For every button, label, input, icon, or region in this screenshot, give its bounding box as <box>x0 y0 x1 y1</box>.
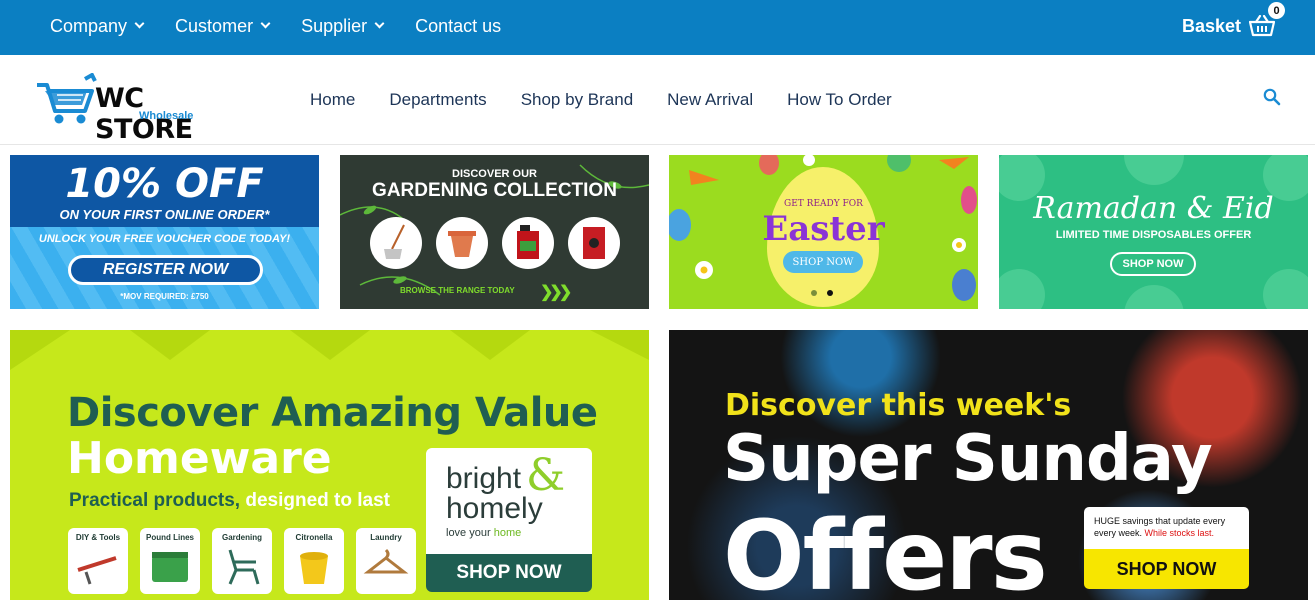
easter-title: Easter <box>762 209 885 249</box>
category-cards: DIY & Tools Pound Lines Gardening Citron… <box>68 528 416 594</box>
basket-link[interactable]: Basket 0 <box>1181 0 1285 52</box>
logo-subtitle: Wholesale <box>139 110 194 122</box>
brand-word-homely: homely <box>446 492 543 525</box>
sunday-savings-note: HUGE savings that update every every wee… <box>1084 507 1249 549</box>
plant-pot-icon <box>436 217 488 269</box>
storage-box-icon <box>152 552 188 582</box>
easter-banner[interactable]: GET READY FOR Easter SHOP NOW <box>669 155 978 309</box>
top-nav: Company Customer Supplier Contact us <box>50 0 501 52</box>
main-nav-how-to-order[interactable]: How To Order <box>787 90 892 110</box>
main-nav-new-arrival[interactable]: New Arrival <box>667 90 753 110</box>
voucher-headline: 10% OFF <box>65 161 264 207</box>
voucher-banner[interactable]: 10% OFF ON YOUR FIRST ONLINE ORDER* UNLO… <box>10 155 319 309</box>
carousel-dots <box>811 290 833 296</box>
main-nav-home[interactable]: Home <box>310 90 355 110</box>
homeware-tagline: Practical products, designed to last <box>69 490 390 512</box>
brand-tagline-highlight: home <box>493 527 522 539</box>
top-nav-company[interactable]: Company <box>50 15 145 37</box>
voucher-mov-note: *MOV REQUIRED: £750 <box>120 292 209 301</box>
gardening-banner[interactable]: DISCOVER OUR GARDENING COLLECTION BROWSE… <box>340 155 649 309</box>
category-card-diy[interactable]: DIY & Tools <box>68 528 128 594</box>
basket-icon: 0 <box>1248 2 1285 37</box>
chevron-down-icon <box>134 18 145 29</box>
top-nav-label: Company <box>50 15 128 36</box>
carousel-dot[interactable] <box>811 290 817 296</box>
gardening-browse-text: BROWSE THE RANGE TODAY <box>400 286 515 295</box>
top-bar: Company Customer Supplier Contact us Bas… <box>0 0 1315 55</box>
savings-note-highlight: While stocks last. <box>1144 528 1215 538</box>
sunday-eyebrow: Discover this week's <box>725 388 1072 423</box>
chevron-down-icon <box>374 18 385 29</box>
basket-count-badge: 0 <box>1268 2 1285 19</box>
homeware-banner[interactable]: Discover Amazing Value Homeware Practica… <box>10 330 649 600</box>
cart-logo-icon <box>37 73 97 124</box>
main-nav-departments[interactable]: Departments <box>389 90 486 110</box>
basket-label: Basket <box>1181 15 1241 36</box>
sunday-shop-now-button[interactable]: SHOP NOW <box>1084 549 1249 589</box>
homeware-title: Homeware <box>67 433 332 484</box>
brand-tagline-part: love your <box>446 527 494 539</box>
register-now-button[interactable]: REGISTER NOW <box>68 255 263 285</box>
plant-feed-icon <box>502 217 554 269</box>
tagline-part-highlight: designed to last <box>240 490 390 511</box>
category-card-pound-lines[interactable]: Pound Lines <box>140 528 200 594</box>
super-sunday-banner[interactable]: Discover this week's Super Sunday Offers… <box>669 330 1308 600</box>
easter-eyebrow: GET READY FOR <box>784 199 863 209</box>
voucher-unlock-text: UNLOCK YOUR FREE VOUCHER CODE TODAY! <box>38 233 291 245</box>
top-nav-label: Contact us <box>415 15 502 36</box>
ramadan-subtitle: LIMITED TIME DISPOSABLES OFFER <box>1055 229 1252 241</box>
search-icon[interactable] <box>1263 88 1281 111</box>
top-nav-label: Customer <box>175 15 254 36</box>
tagline-part: Practical products, <box>69 490 241 511</box>
ramadan-title: Ramadan & Eid <box>1033 191 1274 226</box>
gardening-products <box>370 217 620 269</box>
rake-icon <box>370 217 422 269</box>
arrow-right-icon: ❯❯❯ <box>540 284 572 301</box>
homeware-headline: Discover Amazing Value <box>67 390 598 436</box>
ramadan-shop-now-button[interactable]: SHOP NOW <box>1110 252 1196 276</box>
compost-bag-icon <box>568 217 620 269</box>
brand-tagline: love your home <box>446 527 521 539</box>
logo[interactable]: WC STORE Wholesale <box>35 73 250 145</box>
candle-bucket-icon <box>300 552 328 584</box>
top-nav-contact[interactable]: Contact us <box>415 16 501 37</box>
garden-chair-icon <box>228 549 260 585</box>
category-card-citronella[interactable]: Citronella <box>284 528 344 594</box>
category-card-laundry[interactable]: Laundry <box>356 528 416 594</box>
category-card-gardening[interactable]: Gardening <box>212 528 272 594</box>
caulk-gun-icon <box>77 556 117 585</box>
easter-shop-now-button[interactable]: SHOP NOW <box>783 251 863 273</box>
site-header: WC STORE Wholesale Home Departments Shop… <box>0 55 1315 145</box>
voucher-subheadline: ON YOUR FIRST ONLINE ORDER* <box>59 207 270 222</box>
top-nav-supplier[interactable]: Supplier <box>301 15 385 37</box>
homeware-shop-now-button[interactable]: SHOP NOW <box>426 554 592 592</box>
clothes-hanger-icon <box>363 548 409 574</box>
sunday-title: Super Sunday <box>723 422 1213 496</box>
gardening-eyebrow: DISCOVER OUR <box>452 168 537 180</box>
gardening-title: GARDENING COLLECTION <box>372 180 617 201</box>
main-nav: Home Departments Shop by Brand New Arriv… <box>310 55 892 145</box>
brand-word-bright: bright <box>446 462 522 495</box>
sunday-offers-word: Offers <box>723 500 1048 600</box>
ramadan-eid-banner[interactable]: Ramadan & Eid LIMITED TIME DISPOSABLES O… <box>999 155 1308 309</box>
carousel-dot-active[interactable] <box>827 290 833 296</box>
top-nav-label: Supplier <box>301 15 368 36</box>
top-nav-customer[interactable]: Customer <box>175 15 271 37</box>
main-nav-shop-by-brand[interactable]: Shop by Brand <box>521 90 633 110</box>
chevron-down-icon <box>260 18 271 29</box>
